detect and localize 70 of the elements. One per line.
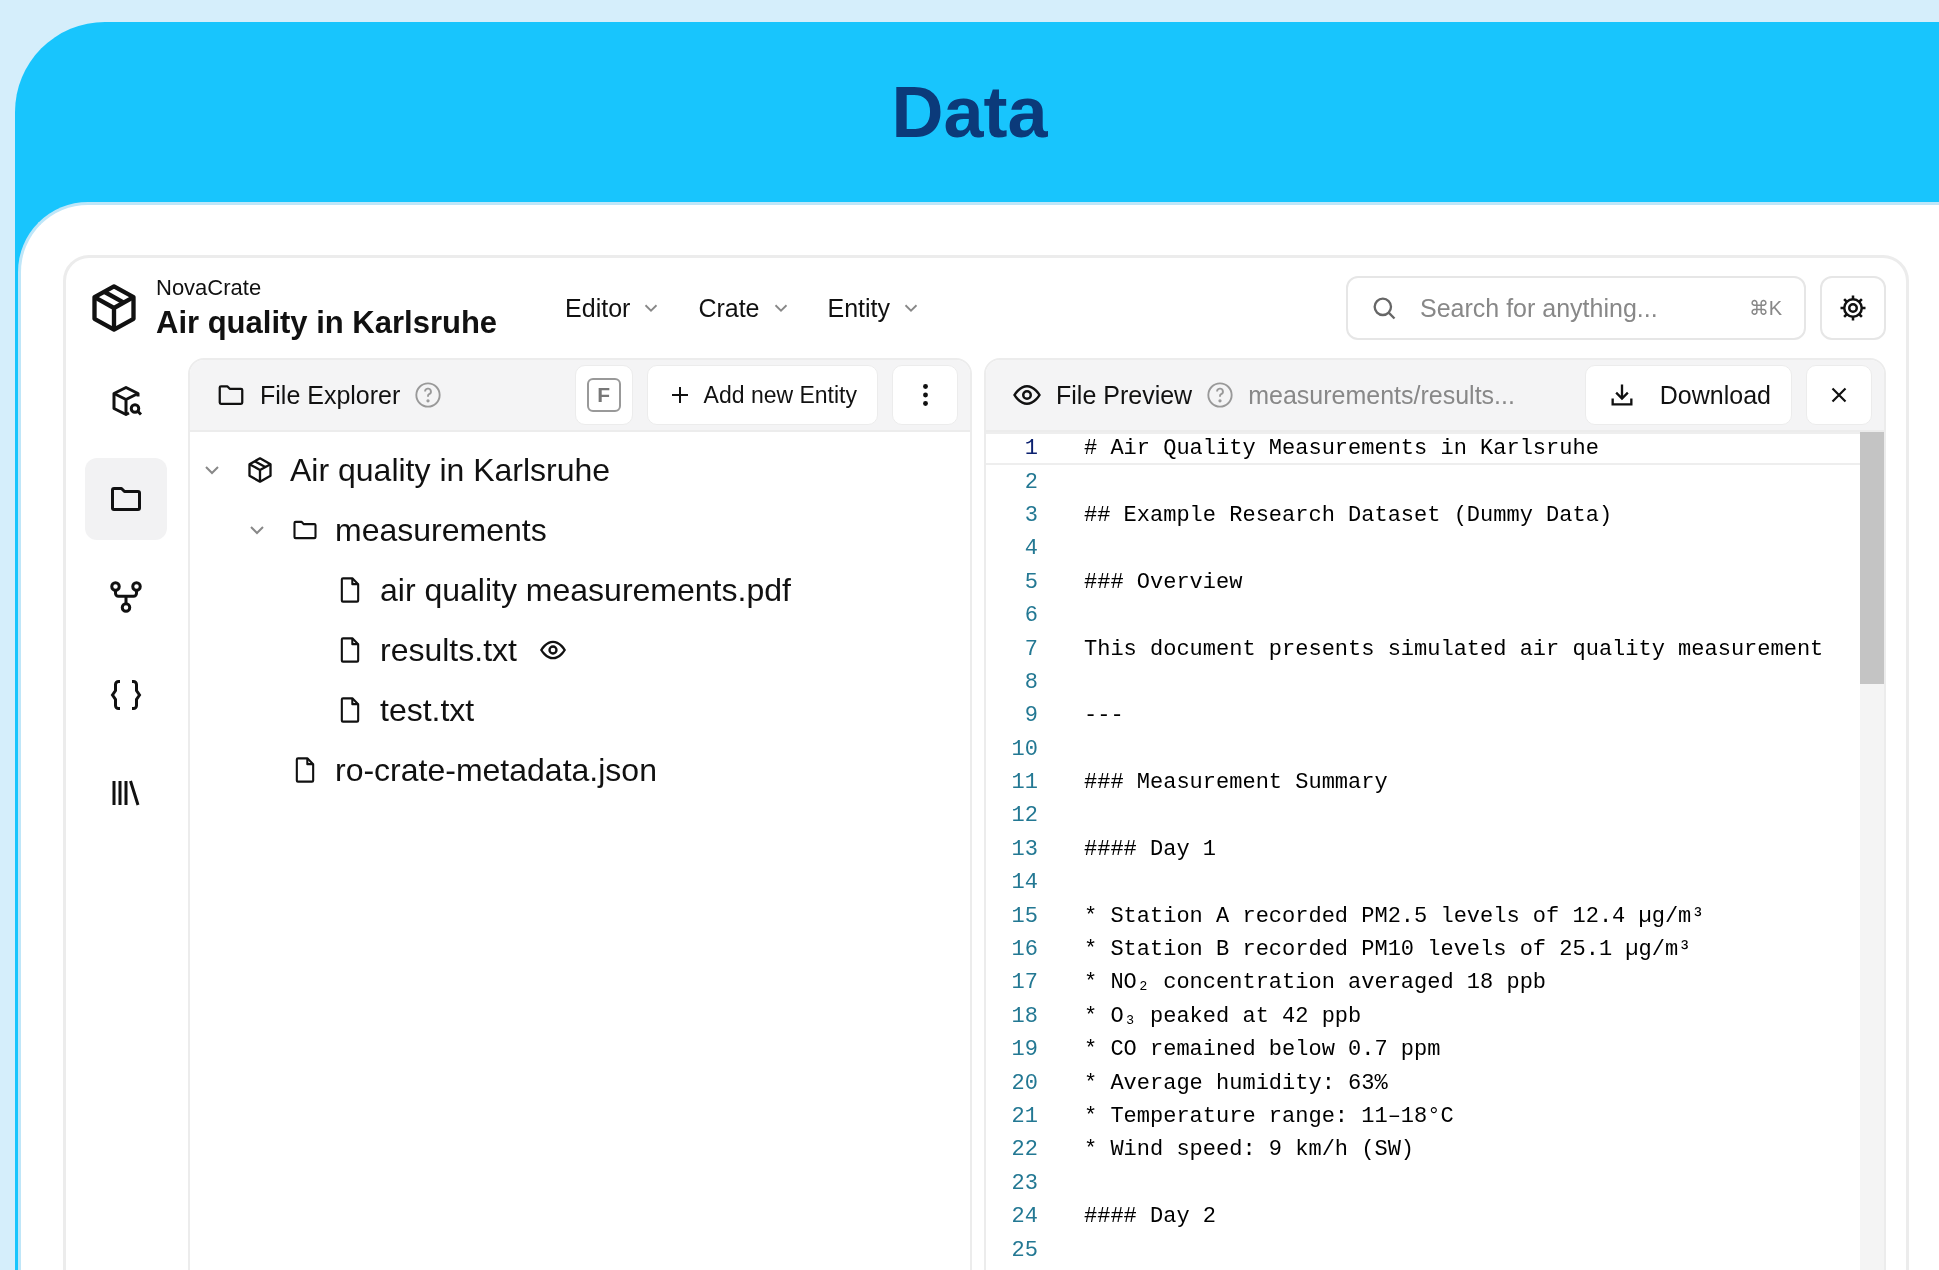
code-line: * Temperature range: 11–18°C [1084, 1104, 1454, 1129]
search-input[interactable]: Search for anything... [1418, 292, 1749, 324]
line-number: 23 [1010, 1170, 1038, 1196]
menu-dropdown[interactable]: Entity [827, 293, 923, 323]
code-line: ### Overview [1084, 569, 1243, 595]
line-number: 14 [1010, 870, 1038, 896]
tree-item[interactable]: results.txt [380, 631, 517, 669]
menu-dropdown[interactable]: Crate [698, 293, 792, 323]
code-line: #### Day 2 [1084, 1204, 1217, 1230]
line-number: 17 [1010, 970, 1038, 996]
line-number: 8 [1023, 669, 1038, 695]
code-line: * O₃ peaked at 42 ppb [1084, 1003, 1362, 1029]
project-title: Air quality in Karlsruhe [156, 305, 498, 341]
code-line: * Wind speed: 9 km/h (SW) [1084, 1137, 1415, 1163]
line-number: 4 [1023, 536, 1038, 562]
shortcut-hint: ⌘K [1748, 296, 1782, 320]
code-line: * CO remained below 0.7 ppm [1084, 1037, 1441, 1063]
menu-dropdown[interactable]: Editor [565, 293, 663, 323]
scrollbar[interactable] [1860, 432, 1884, 1270]
code-line: * NO₂ concentration averaged 18 ppb [1084, 970, 1547, 996]
tree-item[interactable]: measurements [335, 511, 547, 549]
app-name: NovaCrate [156, 275, 263, 301]
line-number: 12 [1010, 803, 1038, 829]
search-field[interactable]: Search for anything... ⌘K [1346, 276, 1806, 340]
settings-button[interactable] [1820, 276, 1886, 340]
line-number: 15 [1010, 903, 1038, 929]
help-icon[interactable] [414, 381, 443, 409]
download-button[interactable]: Download [1584, 365, 1792, 425]
line-number: 24 [1010, 1204, 1038, 1230]
line-number: 22 [1010, 1137, 1038, 1163]
line-number: 7 [1023, 636, 1038, 662]
panel-title: File Explorer [260, 380, 401, 410]
line-number: 5 [1023, 569, 1038, 595]
line-number: 9 [1023, 703, 1038, 729]
line-number: 20 [1010, 1070, 1038, 1096]
settings-icon [1838, 293, 1868, 323]
box-icon [246, 456, 274, 484]
code-line: * Station A recorded PM2.5 levels of 12.4 µg/m³ [1084, 903, 1705, 929]
tree-item[interactable]: air quality measurements.pdf [380, 571, 791, 609]
line-number: 16 [1010, 937, 1038, 963]
code-line: ### Measurement Summary [1084, 770, 1388, 796]
line-number: 6 [1023, 603, 1038, 629]
add-entity-button[interactable]: Add new Entity [646, 365, 878, 425]
code-line: * Station B recorded PM10 levels of 25.1 µg/m³ [1084, 937, 1692, 963]
line-number: 10 [1010, 736, 1038, 762]
tree-item[interactable]: test.txt [380, 691, 475, 729]
page-title: Data [890, 71, 1049, 154]
line-number: 19 [1010, 1037, 1038, 1063]
shortcut-key-button[interactable]: F [574, 365, 633, 425]
code-line: # Air Quality Measurements in Karlsruhe [1084, 436, 1599, 462]
line-number: 3 [1023, 502, 1038, 528]
code-line: --- [1084, 703, 1124, 729]
help-icon[interactable] [1206, 381, 1235, 409]
line-number: 2 [1023, 469, 1038, 495]
file-path: measurements/results... [1248, 380, 1515, 410]
menu-dots-icon [922, 384, 928, 406]
line-number: 13 [1010, 836, 1038, 862]
panel-title: File Preview [1056, 380, 1193, 410]
code-line: This document presents simulated air quality measurement [1084, 636, 1824, 662]
code-line: * Average humidity: 63% [1084, 1070, 1388, 1096]
tree-item[interactable]: ro-crate-metadata.json [335, 751, 657, 789]
line-number: 1 [1023, 436, 1038, 462]
tree-item[interactable]: Air quality in Karlsruhe [290, 451, 611, 489]
line-number: 11 [1010, 770, 1038, 796]
line-number: 18 [1010, 1003, 1038, 1029]
line-number: 21 [1010, 1104, 1038, 1129]
code-line: #### Day 1 [1084, 836, 1217, 862]
line-number: 25 [1010, 1237, 1038, 1263]
folder-icon[interactable] [85, 458, 167, 540]
code-line: ## Example Research Dataset (Dummy Data) [1084, 502, 1613, 528]
